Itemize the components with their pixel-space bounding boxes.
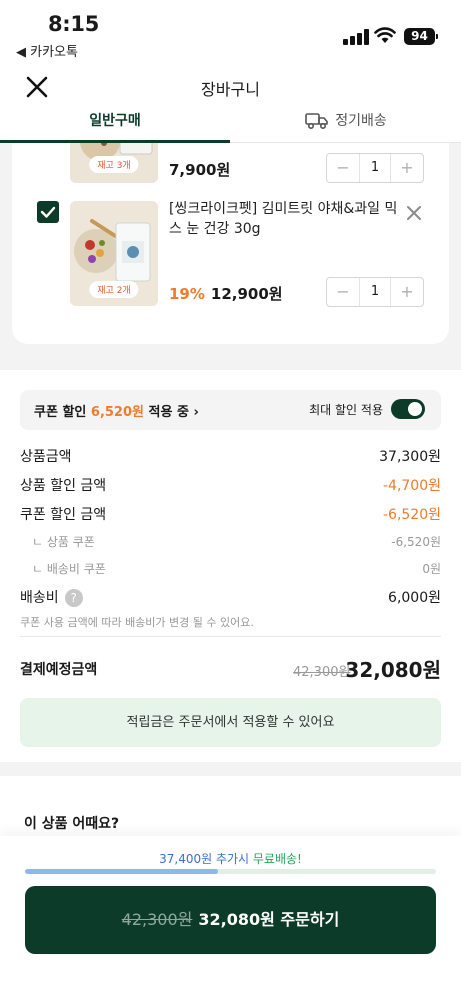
- item-checkbox[interactable]: [37, 201, 59, 223]
- free-shipping-suffix: 무료배송!: [252, 852, 302, 866]
- summary-label: 쿠폰 할인 금액: [20, 507, 107, 523]
- summary-value: -6,520원: [382, 507, 441, 523]
- total-original-price: 42,300원: [293, 665, 351, 680]
- order-original-price: 42,300원: [121, 910, 193, 929]
- points-notice: 적립금은 주문서에서 적용할 수 있어요: [20, 698, 441, 747]
- max-discount-label: 최대 할인 적용: [309, 402, 383, 417]
- order-button[interactable]: 42,300원 32,080원 주문하기: [25, 886, 436, 954]
- max-discount-toggle[interactable]: [391, 399, 425, 419]
- total-label: 결제예정금액: [20, 662, 98, 678]
- summary-value: -4,700원: [382, 478, 441, 494]
- summary-label: 상품 할인 금액: [20, 478, 107, 494]
- decrease-qty-button[interactable]: −: [327, 154, 359, 182]
- back-to-app-link[interactable]: ◀ 카카오톡: [16, 41, 78, 60]
- free-shipping-progress: [25, 869, 436, 874]
- increase-qty-button[interactable]: +: [391, 154, 423, 182]
- tab-subscription[interactable]: 정기배송: [231, 102, 461, 143]
- coupon-suffix: 적용 중 ›: [144, 405, 199, 420]
- stock-badge: 재고 3개: [89, 156, 139, 173]
- help-icon[interactable]: ?: [64, 589, 83, 607]
- page-title: 장바구니: [201, 80, 260, 99]
- total-final-price: 32,080원: [345, 658, 441, 682]
- free-shipping-progress-fill: [25, 869, 219, 874]
- discount-rate: 19%: [169, 285, 205, 303]
- summary-value: 37,300원: [379, 449, 441, 465]
- tab-general-purchase[interactable]: 일반구매: [0, 102, 230, 143]
- summary-label: 상품금액: [20, 449, 72, 465]
- coupon-bar: 쿠폰 할인 6,520원 적용 중 › 최대 할인 적용: [20, 390, 441, 430]
- section-separator: [0, 762, 461, 776]
- purchase-tabs: 일반구매 정기배송: [0, 102, 461, 143]
- order-button-label: 32,080원 주문하기: [198, 910, 340, 929]
- free-shipping-amount: 37,400원 추가시: [159, 852, 253, 866]
- order-bottom-sheet: 37,400원 추가시 무료배송! 42,300원 32,080원 주문하기: [0, 836, 461, 1000]
- increase-qty-button[interactable]: +: [391, 278, 423, 306]
- shipping-label: 배송비: [20, 590, 59, 606]
- divider: [20, 636, 441, 637]
- summary-value: 6,000원: [388, 590, 441, 606]
- stock-badge: 재고 2개: [89, 281, 139, 298]
- battery-icon: 94: [404, 28, 438, 45]
- max-discount-control: 최대 할인 적용: [309, 399, 425, 419]
- tab-subscription-label: 정기배송: [335, 113, 387, 129]
- summary-value: 0원: [422, 562, 441, 576]
- remove-item-icon[interactable]: [405, 204, 423, 222]
- coupon-prefix: 쿠폰 할인: [34, 405, 91, 420]
- item-price-row: 19% 12,900원: [169, 283, 283, 304]
- summary-label: ㄴ 배송비 쿠폰: [32, 562, 106, 576]
- truck-icon: [305, 113, 329, 130]
- quantity-value[interactable]: 1: [359, 154, 391, 182]
- product-image[interactable]: 재고 2개: [70, 201, 158, 306]
- summary-label: ㄴ 상품 쿠폰: [32, 535, 95, 549]
- quantity-stepper: − 1 +: [326, 153, 424, 183]
- cellular-signal-icon: [343, 29, 369, 45]
- recommend-title: 이 상품 어때요?: [24, 816, 120, 832]
- item-price: 7,900원: [169, 161, 231, 179]
- coupon-amount: 6,520원: [90, 405, 144, 420]
- free-shipping-message: 37,400원 추가시 무료배송!: [0, 850, 461, 867]
- decrease-qty-button[interactable]: −: [327, 278, 359, 306]
- quantity-stepper: − 1 +: [326, 277, 424, 307]
- status-time: 8:15: [48, 12, 100, 36]
- product-image[interactable]: 재고 3개: [70, 143, 158, 183]
- cart-items-card: 재고 3개 7,900원 − 1 + 재고 2개 [씽크라이크펫] 김미트릿 야…: [12, 143, 449, 344]
- item-name[interactable]: [씽크라이크펫] 김미트릿 야채&과일 믹스 눈 건강 30g: [169, 199, 407, 239]
- wifi-icon: [374, 27, 396, 43]
- summary-label: 배송비?: [20, 587, 83, 607]
- check-icon: [40, 206, 56, 218]
- status-bar: 8:15 ◀ 카카오톡 94: [0, 0, 461, 62]
- quantity-value[interactable]: 1: [359, 278, 391, 306]
- item-price: 12,900원: [210, 285, 283, 303]
- summary-value: -6,520원: [391, 535, 441, 549]
- coupon-applied-link[interactable]: 쿠폰 할인 6,520원 적용 중 ›: [34, 401, 199, 420]
- shipping-note: 쿠폰 사용 금액에 따라 배송비가 변경 될 수 있어요.: [20, 616, 254, 629]
